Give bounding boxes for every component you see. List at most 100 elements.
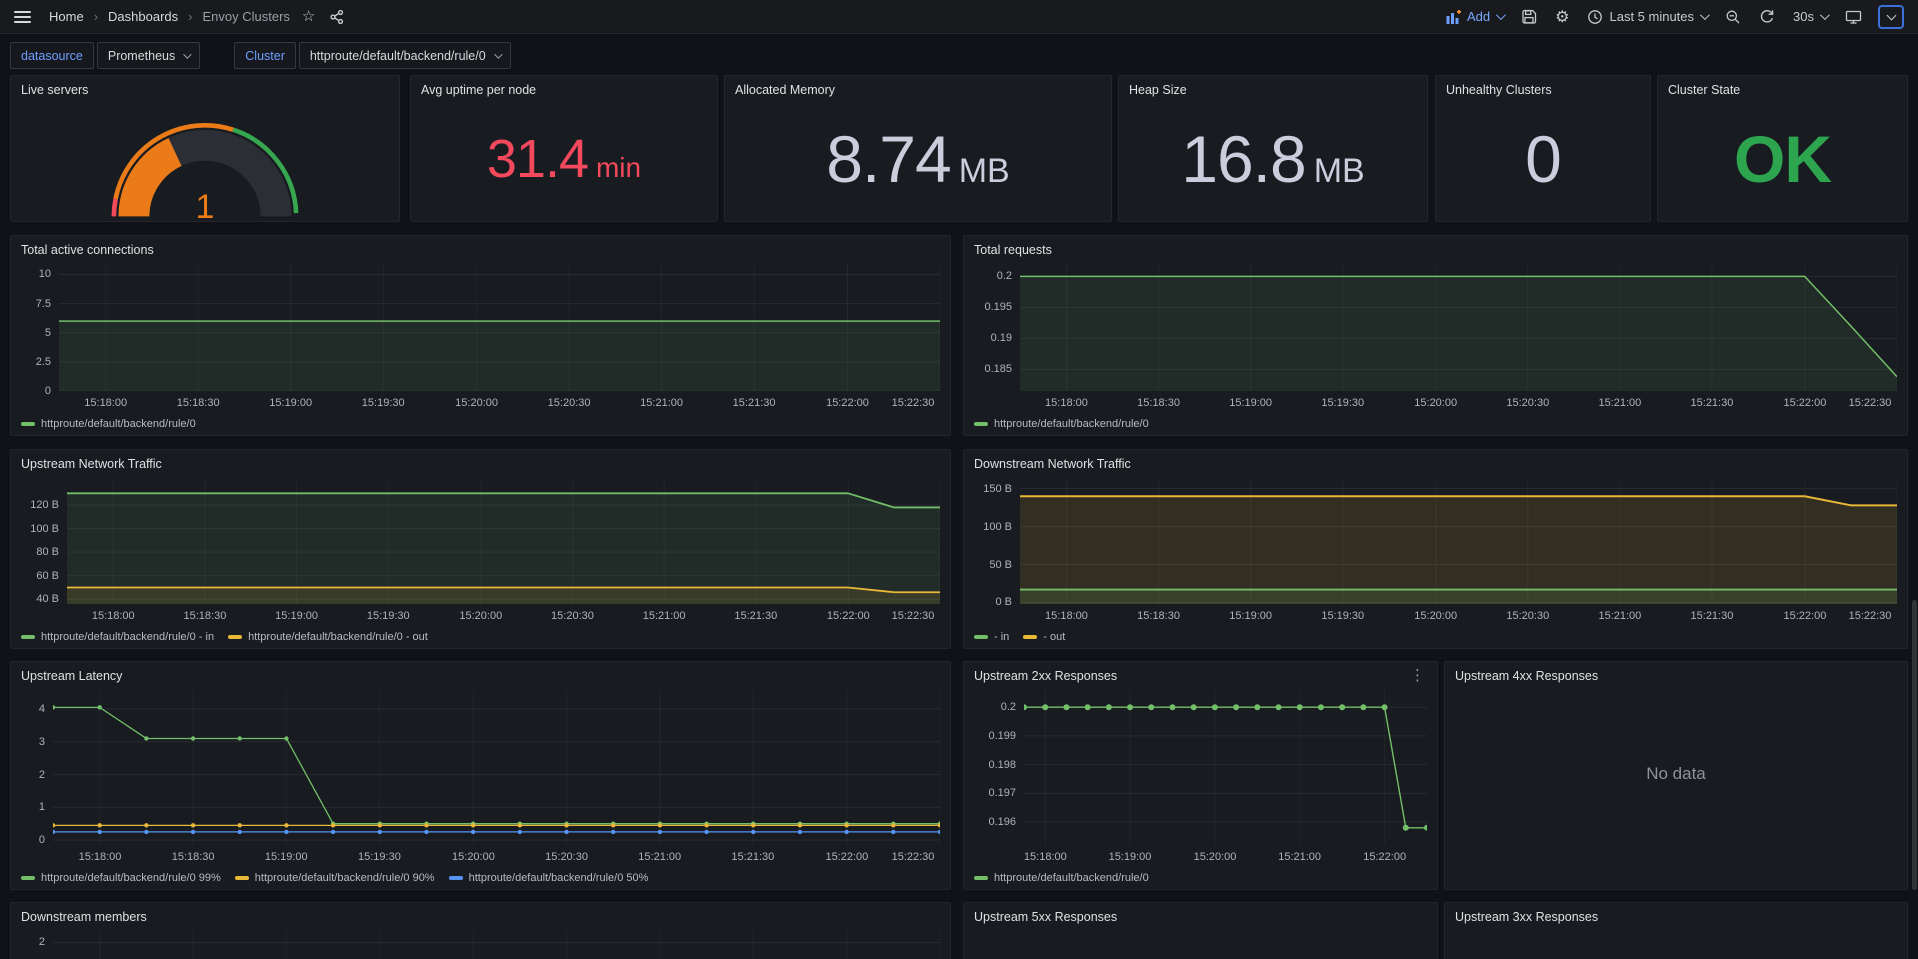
y-axis: 01234	[19, 690, 53, 845]
legend-item[interactable]: - in	[974, 631, 1009, 643]
chart-plot[interactable]	[59, 264, 940, 391]
x-axis: 15:18:0015:19:0015:20:0015:21:0015:22:00	[1024, 847, 1427, 863]
breadcrumb-separator: ›	[188, 9, 192, 24]
share-icon[interactable]	[327, 7, 347, 27]
y-tick-label: 40 B	[36, 592, 59, 606]
chart-plot[interactable]	[1493, 931, 1897, 959]
x-tick-label: 15:21:00	[638, 851, 681, 863]
panel-title[interactable]: Upstream Network Traffic	[21, 457, 162, 471]
panel-title[interactable]: Allocated Memory	[735, 83, 835, 97]
panel-title[interactable]: Cluster State	[1668, 83, 1740, 97]
legend-item[interactable]: httproute/default/backend/rule/0 99%	[21, 872, 221, 884]
chart-legend: - in - out	[974, 631, 1065, 643]
panel-title[interactable]: Upstream Latency	[21, 669, 122, 683]
y-tick-label: 0 B	[995, 595, 1012, 609]
panel-title[interactable]: Upstream 4xx Responses	[1455, 669, 1598, 683]
legend-item[interactable]: httproute/default/backend/rule/0 90%	[235, 872, 435, 884]
x-tick-label: 15:22:00	[1783, 610, 1826, 622]
x-tick-label: 15:19:00	[269, 397, 312, 409]
chart-legend: httproute/default/backend/rule/0	[21, 418, 196, 430]
legend-item[interactable]: httproute/default/backend/rule/0 - out	[228, 631, 428, 643]
legend-series-dash	[974, 635, 988, 639]
y-axis: 2	[19, 931, 53, 959]
panel-title[interactable]: Avg uptime per node	[421, 83, 536, 97]
panel-menu-icon[interactable]: ⋮	[1404, 666, 1431, 685]
breadcrumb-current: Envoy Clusters	[202, 9, 289, 24]
panel-title[interactable]: Upstream 3xx Responses	[1455, 910, 1598, 924]
add-button[interactable]: Add	[1444, 7, 1505, 26]
stat-value: OK	[1734, 126, 1831, 192]
panel-upstream-4xx-responses: Upstream 4xx Responses No data	[1444, 661, 1908, 890]
legend-series-dash	[21, 876, 35, 880]
collapse-topbar-button[interactable]	[1878, 5, 1904, 29]
legend-item[interactable]: httproute/default/backend/rule/0 - in	[21, 631, 214, 643]
refresh-interval-dropdown[interactable]: 30s	[1791, 7, 1829, 26]
panel-title[interactable]: Downstream members	[21, 910, 147, 924]
breadcrumb-home[interactable]: Home	[49, 9, 84, 24]
x-tick-label: 15:21:00	[1598, 397, 1641, 409]
panel-allocated-memory: Allocated Memory 8.74MB	[724, 75, 1112, 222]
y-tick-label: 0	[39, 833, 45, 847]
x-tick-label: 15:21:00	[1278, 851, 1321, 863]
panel-title[interactable]: Unhealthy Clusters	[1446, 83, 1552, 97]
x-tick-label: 15:20:00	[1414, 610, 1457, 622]
menu-icon[interactable]	[14, 11, 31, 23]
panel-title[interactable]: Downstream Network Traffic	[974, 457, 1131, 471]
x-tick-label: 15:18:00	[92, 610, 135, 622]
legend-series-dash	[974, 422, 988, 426]
x-tick-label: 15:18:30	[184, 610, 227, 622]
x-axis: 15:18:0015:18:3015:19:0015:19:3015:20:00…	[1020, 606, 1897, 622]
legend-item[interactable]: httproute/default/backend/rule/0	[974, 872, 1149, 884]
stat-value: 0	[1525, 126, 1561, 192]
chart-plot[interactable]	[53, 931, 940, 959]
x-tick-label: 15:19:30	[358, 851, 401, 863]
legend-item[interactable]: httproute/default/backend/rule/0	[974, 418, 1149, 430]
chart-legend: httproute/default/backend/rule/0	[974, 872, 1149, 884]
settings-gear-icon[interactable]: ⚙	[1553, 5, 1571, 29]
panel-title[interactable]: Heap Size	[1129, 83, 1187, 97]
panel-title[interactable]: Upstream 2xx Responses	[974, 669, 1117, 683]
legend-item[interactable]: httproute/default/backend/rule/0 50%	[449, 872, 649, 884]
variable-value-datasource[interactable]: Prometheus	[97, 42, 200, 69]
chart-plot[interactable]	[1020, 478, 1897, 604]
refresh-icon[interactable]	[1757, 7, 1777, 27]
panel-title[interactable]: Upstream 5xx Responses	[974, 910, 1117, 924]
x-tick-label: 15:20:00	[1414, 397, 1457, 409]
y-tick-label: 0.199	[988, 729, 1016, 743]
panel-title[interactable]: Live servers	[21, 83, 88, 97]
x-tick-label: 15:19:00	[275, 610, 318, 622]
y-tick-label: 2	[39, 768, 45, 782]
x-tick-label: 15:21:30	[1691, 610, 1734, 622]
zoom-out-icon[interactable]	[1723, 7, 1743, 27]
y-tick-label: 50 B	[989, 558, 1012, 572]
favorite-star-icon[interactable]: ☆	[300, 7, 317, 26]
legend-series-dash	[235, 876, 249, 880]
scrollbar[interactable]	[1912, 600, 1917, 890]
panel-title[interactable]: Total requests	[974, 243, 1052, 257]
x-tick-label: 15:19:00	[1229, 610, 1272, 622]
panel-upstream-5xx-responses: Upstream 5xx Responses	[963, 902, 1438, 959]
legend-item[interactable]: httproute/default/backend/rule/0	[21, 418, 196, 430]
y-tick-label: 0.2	[997, 269, 1012, 283]
y-tick-label: 0.195	[984, 300, 1012, 314]
x-tick-label: 15:19:00	[265, 851, 308, 863]
x-tick-label: 15:21:30	[1691, 397, 1734, 409]
gauge-arc: 1	[75, 102, 335, 221]
variable-value-cluster[interactable]: httproute/default/backend/rule/0	[299, 42, 511, 69]
chart-plot[interactable]	[1012, 931, 1427, 959]
y-tick-label: 0.19	[991, 331, 1012, 345]
chart-plot[interactable]	[53, 690, 940, 845]
chart-plot[interactable]	[1020, 264, 1897, 391]
time-range-picker[interactable]: Last 5 minutes	[1585, 7, 1709, 27]
chart-plot[interactable]	[1024, 690, 1427, 845]
legend-item[interactable]: - out	[1023, 631, 1065, 643]
tv-kiosk-icon[interactable]	[1843, 7, 1864, 27]
panel-title[interactable]: Total active connections	[21, 243, 154, 257]
x-tick-label: 15:21:30	[733, 397, 776, 409]
x-tick-label: 15:19:00	[1229, 397, 1272, 409]
grafana-dashboard: Home › Dashboards › Envoy Clusters ☆ Add	[0, 0, 1918, 959]
panel-upstream-2xx-responses: Upstream 2xx Responses ⋮ 0.1960.1970.198…	[963, 661, 1438, 890]
chart-plot[interactable]	[67, 478, 940, 604]
breadcrumb-dashboards[interactable]: Dashboards	[108, 9, 178, 24]
save-dashboard-icon[interactable]	[1519, 7, 1539, 27]
